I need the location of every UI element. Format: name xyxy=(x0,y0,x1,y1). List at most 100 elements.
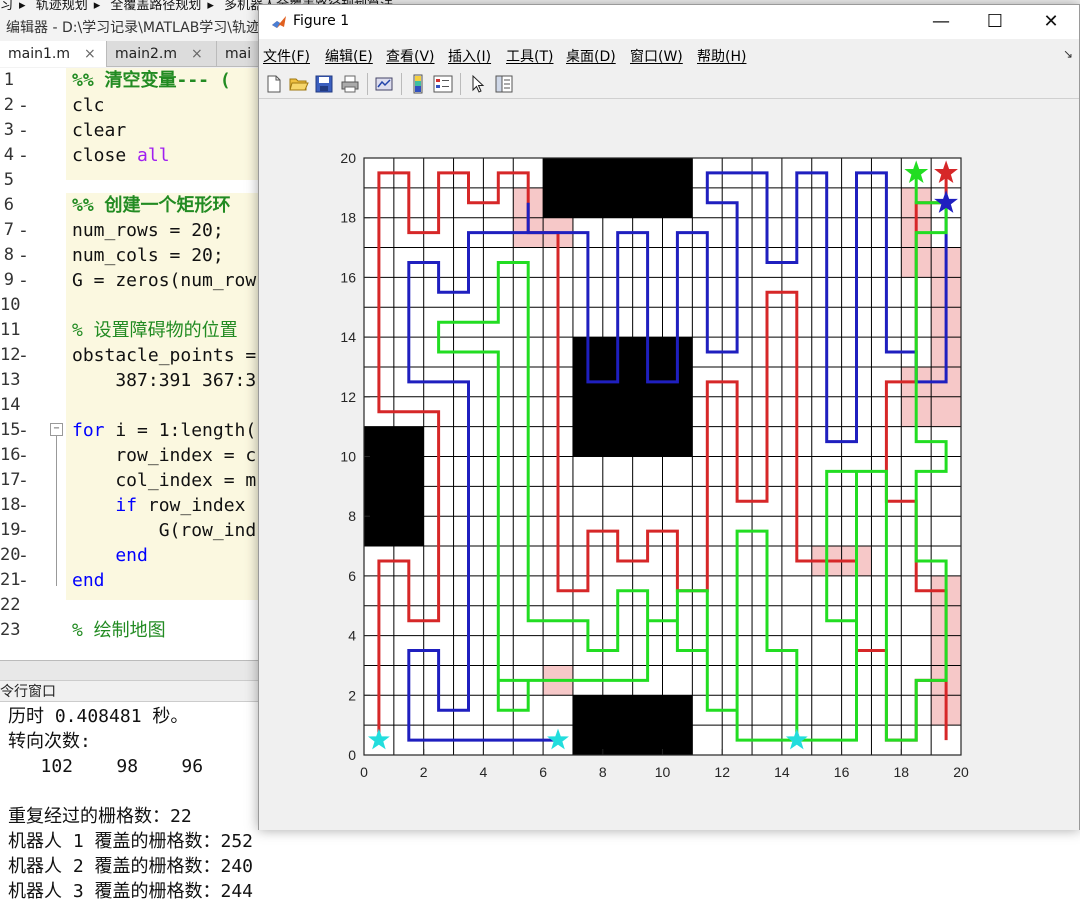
breakpoint-marker[interactable]: - xyxy=(18,443,29,468)
code-text: G(row_ind xyxy=(72,520,257,541)
property-inspector-icon[interactable] xyxy=(493,73,515,95)
breadcrumb-item[interactable]: 习 xyxy=(0,0,13,13)
breakpoint-marker[interactable]: - xyxy=(18,493,29,518)
code-line[interactable]: 8- num_cols = 20; xyxy=(0,243,270,268)
code-line[interactable]: 19- G(row_ind xyxy=(0,518,270,543)
breakpoint-marker[interactable]: - xyxy=(18,243,29,268)
breakpoint-marker[interactable]: - xyxy=(18,118,29,143)
close-tab-icon[interactable]: × xyxy=(191,46,203,62)
toolbar-separator xyxy=(401,73,402,95)
code-line[interactable]: 16- row_index = c xyxy=(0,443,270,468)
code-text: for i = 1:length( xyxy=(72,420,257,441)
code-line[interactable]: 6 %% 创建一个矩形环 xyxy=(0,193,270,218)
breakpoint-marker[interactable]: - xyxy=(18,343,29,368)
code-line[interactable]: 14 xyxy=(0,393,270,418)
code-line[interactable]: 1 %% 清空变量--- ( xyxy=(0,68,270,93)
menu-item[interactable]: 查看(V) xyxy=(386,46,435,66)
code-line[interactable]: 2- clc xyxy=(0,93,270,118)
code-line[interactable]: 11 % 设置障碍物的位置 xyxy=(0,318,270,343)
code-line[interactable]: 20- end xyxy=(0,543,270,568)
code-line[interactable]: 7- num_rows = 20; xyxy=(0,218,270,243)
x-tick-label: 18 xyxy=(894,764,910,780)
code-line[interactable]: 18- if row_index xyxy=(0,493,270,518)
save-icon[interactable] xyxy=(313,73,335,95)
print-icon[interactable] xyxy=(339,73,361,95)
code-line[interactable]: 13 387:391 367:3 xyxy=(0,368,270,393)
code-line[interactable]: 17- col_index = m xyxy=(0,468,270,493)
code-text: %% 创建一个矩形环 xyxy=(72,195,231,216)
line-number: 15 xyxy=(0,420,21,440)
breakpoint-marker[interactable]: - xyxy=(18,93,29,118)
tab-main2[interactable]: main2.m × xyxy=(107,41,217,67)
tab-main1[interactable]: main1.m × xyxy=(0,41,107,67)
line-number: 3 xyxy=(3,120,14,140)
coverage-plot[interactable]: 0 2 4 6 8 10 12 14 16 18 20 0 2 4 6 8 10 12 14 16 18 20 xyxy=(259,100,1079,830)
fold-guide xyxy=(56,436,57,586)
y-tick-label: 14 xyxy=(340,329,356,345)
menu-item[interactable]: 工具(T) xyxy=(506,46,553,66)
splitter[interactable] xyxy=(0,660,270,680)
breakpoint-marker[interactable]: - xyxy=(18,218,29,243)
line-number: 5 xyxy=(3,170,14,190)
breakpoint-marker[interactable]: - xyxy=(18,268,29,293)
collapse-icon[interactable]: − xyxy=(50,423,63,436)
y-tick-label: 8 xyxy=(348,508,356,524)
code-line[interactable]: 15- for i = 1:length(− xyxy=(0,418,270,443)
code-line[interactable]: 12- obstacle_points = xyxy=(0,343,270,368)
code-area[interactable]: 1%% 清空变量--- (2- clc 3- clear 4- close all 5 6%%… xyxy=(0,68,270,660)
breakpoint-marker[interactable]: - xyxy=(18,518,29,543)
link-plot-icon[interactable] xyxy=(373,73,395,95)
minimize-button[interactable]: — xyxy=(915,5,967,39)
x-tick-label: 4 xyxy=(480,764,488,780)
line-number: 13 xyxy=(0,370,21,390)
breakpoint-marker[interactable]: - xyxy=(18,568,29,593)
menu-item[interactable]: 编辑(E) xyxy=(325,46,373,66)
open-file-icon[interactable] xyxy=(288,73,310,95)
menu-item[interactable]: 桌面(D) xyxy=(566,46,616,66)
menu-item[interactable]: 文件(F) xyxy=(263,46,310,66)
line-number: 21 xyxy=(0,570,21,590)
command-output-line: 机器人 3 覆盖的栅格数：244 xyxy=(8,881,254,902)
code-text: col_index = m xyxy=(72,470,257,491)
colorbar-icon[interactable] xyxy=(407,73,429,95)
code-text: obstacle_points = xyxy=(72,345,257,366)
code-line[interactable]: 23 % 绘制地图 xyxy=(0,618,270,643)
command-output-line: 机器人 2 覆盖的栅格数：240 xyxy=(8,856,254,877)
figure-window[interactable]: Figure 1 — ☐ ✕ ↘ 文件(F) 编辑(E) 查看(V) 插入(I) 工具(… xyxy=(258,4,1080,830)
breadcrumb-item[interactable]: 全覆盖路径规划 xyxy=(110,0,201,13)
code-line[interactable]: 9- G = zeros(num_row xyxy=(0,268,270,293)
breakpoint-marker[interactable]: - xyxy=(18,143,29,168)
close-tab-icon[interactable]: × xyxy=(84,46,96,62)
breakpoint-marker[interactable]: - xyxy=(18,543,29,568)
y-tick-label: 20 xyxy=(340,150,356,166)
code-line[interactable]: 10 xyxy=(0,293,270,318)
menu-item[interactable]: 插入(I) xyxy=(448,46,491,66)
x-tick-label: 10 xyxy=(655,764,671,780)
figure-titlebar[interactable]: Figure 1 — ☐ ✕ xyxy=(259,5,1079,39)
breadcrumb-item[interactable]: 轨迹规划 xyxy=(36,0,88,13)
close-button[interactable]: ✕ xyxy=(1025,5,1077,39)
breakpoint-marker[interactable]: - xyxy=(18,418,29,443)
code-line[interactable]: 22 xyxy=(0,593,270,618)
code-text: clc xyxy=(72,95,105,116)
y-tick-label: 6 xyxy=(348,568,356,584)
expand-toolbar-icon[interactable]: ↘ xyxy=(1063,47,1073,61)
y-tick-label: 16 xyxy=(340,269,356,285)
code-line[interactable]: 3- clear xyxy=(0,118,270,143)
new-figure-icon[interactable] xyxy=(263,73,285,95)
x-tick-label: 16 xyxy=(834,764,850,780)
code-line[interactable]: 5 xyxy=(0,168,270,193)
menu-item[interactable]: 窗口(W) xyxy=(630,46,683,66)
breakpoint-marker[interactable]: - xyxy=(18,468,29,493)
toolbar-separator xyxy=(460,73,461,95)
maximize-button[interactable]: ☐ xyxy=(969,5,1021,39)
pointer-icon[interactable] xyxy=(467,73,489,95)
legend-icon[interactable] xyxy=(432,73,454,95)
code-text: % 绘制地图 xyxy=(72,620,166,641)
code-line[interactable]: 4- close all xyxy=(0,143,270,168)
menu-item[interactable]: 帮助(H) xyxy=(697,46,746,66)
x-tick-label: 2 xyxy=(420,764,428,780)
code-line[interactable]: 21- end xyxy=(0,568,270,593)
line-number: 4 xyxy=(3,145,14,165)
figure-title: Figure 1 xyxy=(293,13,350,29)
